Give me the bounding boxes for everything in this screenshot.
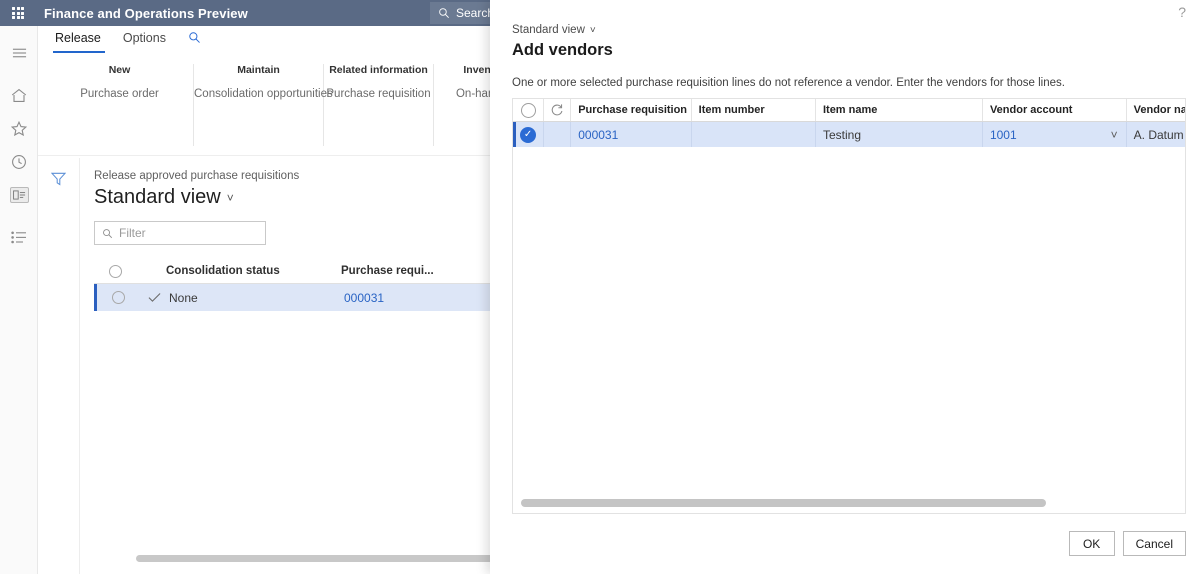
hamburger-icon — [12, 48, 26, 57]
search-icon — [103, 228, 113, 238]
cell-purchase-requisition[interactable]: 000031 — [344, 291, 464, 305]
cell-consolidation-status: None — [169, 290, 198, 305]
chevron-down-icon[interactable]: ˅ — [1111, 128, 1118, 142]
ribbon-tab-strip: Release Options — [38, 26, 211, 54]
dialog-title: Add vendors — [512, 41, 613, 59]
list-icon — [11, 231, 26, 244]
row-select-cell[interactable] — [97, 291, 139, 304]
row-check-cell — [139, 292, 169, 303]
column-header-vendor-name-text: Vendor na — [1133, 104, 1186, 116]
filter-icon — [50, 172, 67, 186]
cell-item-name: Testing — [816, 122, 983, 147]
dialog-view-selector[interactable]: Standard view ˅ — [512, 24, 596, 36]
workspace-icon — [9, 186, 29, 203]
filter-pane-toggle[interactable] — [50, 172, 67, 574]
column-header-item-name[interactable]: Item name — [816, 99, 983, 121]
action-purchase-requisition[interactable]: Purchase requisition — [324, 88, 433, 100]
column-header-purchase-requisition[interactable]: Purchase requisition — [571, 99, 692, 121]
action-consolidation-opportunities[interactable]: Consolidation opportunities — [194, 88, 333, 100]
ribbon-search-button[interactable] — [178, 26, 211, 50]
column-header-consolidation-status[interactable]: Consolidation status — [166, 265, 341, 277]
checkmark-icon — [148, 293, 160, 302]
add-vendors-dialog: ? Standard view ˅ Add vendors One or mor… — [490, 0, 1200, 574]
action-group-related-information: Related information Purchase requisition — [324, 64, 434, 146]
ok-button[interactable]: OK — [1068, 531, 1115, 556]
select-all-cell[interactable] — [94, 264, 136, 278]
app-launcher-icon — [12, 7, 24, 19]
cell-purchase-requisition[interactable]: 000031 — [571, 122, 692, 147]
circle-checked-icon: ✓ — [520, 126, 537, 143]
column-header-purchase-requisition[interactable]: Purchase requi... — [341, 265, 461, 277]
select-all-cell[interactable] — [513, 99, 545, 121]
cell-item-number[interactable] — [692, 122, 816, 147]
clock-icon — [12, 154, 26, 169]
chevron-down-icon: ˅ — [589, 24, 596, 36]
circle-unchecked-icon — [108, 264, 122, 278]
dialog-footer: OK Cancel — [1068, 531, 1186, 556]
quick-filter-input[interactable]: Filter — [94, 221, 266, 245]
help-button[interactable]: ? — [1178, 4, 1186, 20]
sidebar-item-recent[interactable] — [0, 145, 38, 178]
filter-pane-column — [38, 158, 80, 574]
row-select-cell[interactable]: ✓ — [513, 122, 545, 147]
table-row[interactable]: ✓ 000031 Testing 1001 ˅ A. Datum C — [513, 122, 1185, 147]
star-icon — [11, 121, 27, 136]
grid-header-row: Purchase requisition Item number Item na… — [513, 99, 1185, 122]
scrollbar-thumb[interactable] — [521, 499, 1046, 507]
search-icon — [439, 8, 449, 18]
dialog-message: One or more selected purchase requisitio… — [512, 77, 1065, 89]
column-header-vendor-account[interactable]: Vendor account — [983, 99, 1127, 121]
column-header-vendor-name[interactable]: Vendor na ⋮ — [1127, 99, 1185, 121]
grid-horizontal-scrollbar[interactable] — [521, 499, 1177, 507]
refresh-cell[interactable] — [544, 99, 572, 121]
row-indicator-cell — [544, 122, 572, 147]
search-icon — [189, 32, 200, 43]
action-group-title: Related information — [329, 64, 428, 76]
action-group-maintain: Maintain Consolidation opportunities — [194, 64, 333, 146]
action-group-title: New — [108, 64, 131, 76]
action-purchase-order[interactable]: Purchase order — [46, 88, 193, 100]
cell-vendor-name: A. Datum C — [1133, 127, 1185, 142]
cell-vendor-account[interactable]: 1001 ˅ — [983, 122, 1127, 147]
app-title: Finance and Operations Preview — [44, 5, 248, 21]
action-group-new: New Purchase order — [46, 64, 194, 146]
tab-options[interactable]: Options — [113, 26, 178, 51]
left-navigation-rail — [0, 26, 38, 574]
cancel-button[interactable]: Cancel — [1122, 531, 1186, 556]
home-icon — [11, 88, 27, 102]
cell-vendor-account-text: 1001 — [989, 127, 1017, 142]
sidebar-item-home[interactable] — [0, 79, 38, 112]
chevron-down-icon: ˅ — [226, 190, 234, 205]
sidebar-item-navigation-menu[interactable] — [0, 36, 38, 69]
app-launcher-button[interactable] — [0, 0, 36, 26]
question-mark-icon: ? — [1178, 4, 1186, 20]
refresh-icon — [551, 104, 563, 116]
dialog-view-label: Standard view — [512, 24, 585, 36]
vendors-grid: Purchase requisition Item number Item na… — [512, 98, 1186, 514]
action-group-title: Maintain — [237, 64, 280, 76]
circle-unchecked-icon — [111, 291, 125, 304]
sidebar-item-modules[interactable] — [0, 221, 38, 254]
global-search-placeholder: Search — [456, 6, 495, 20]
column-header-item-number[interactable]: Item number — [692, 99, 816, 121]
page-title-text: Standard view — [94, 186, 221, 208]
circle-unchecked-icon — [520, 102, 536, 118]
quick-filter-placeholder: Filter — [119, 226, 146, 240]
sidebar-item-workspaces[interactable] — [0, 178, 38, 211]
sidebar-item-favorites[interactable] — [0, 112, 38, 145]
tab-release[interactable]: Release — [45, 26, 113, 53]
